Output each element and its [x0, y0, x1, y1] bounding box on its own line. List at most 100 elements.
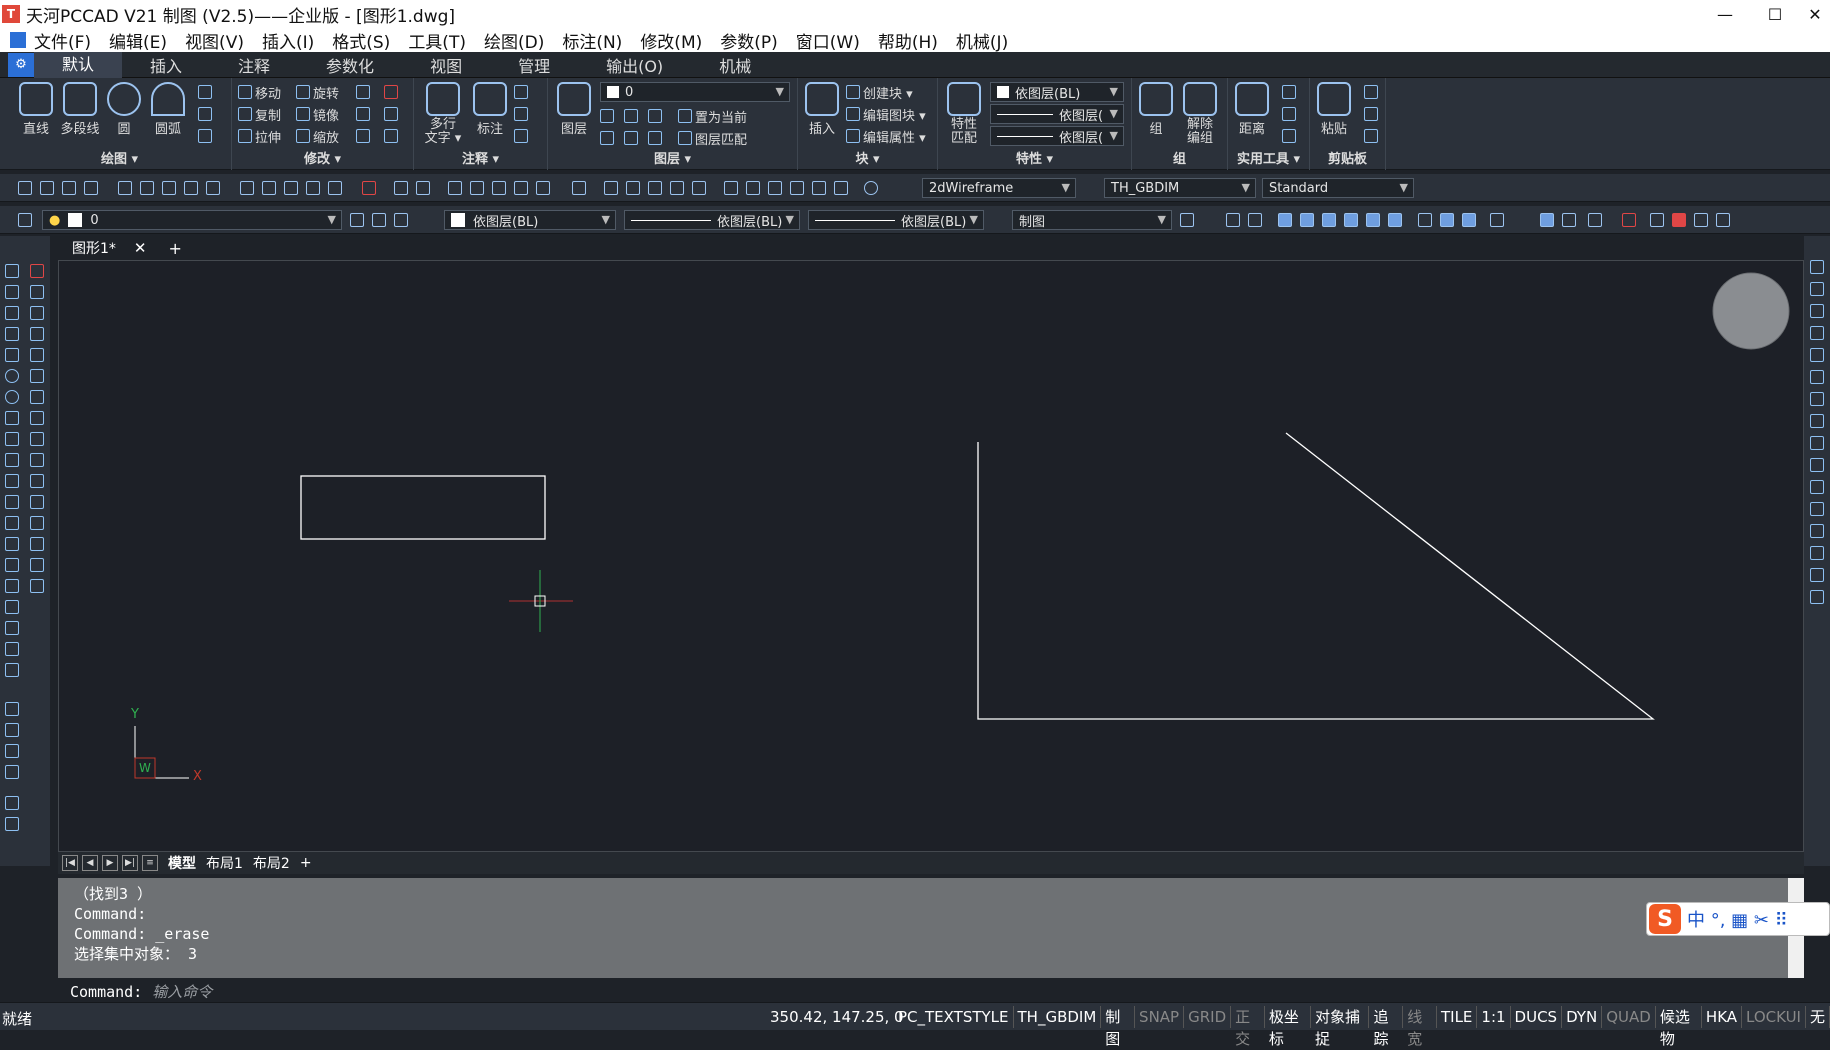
mtext-tool-icon[interactable] [5, 642, 19, 656]
mirror-button[interactable]: 镜像 [296, 104, 339, 124]
tab-view[interactable]: 视图 [402, 53, 490, 77]
scale-button[interactable]: 缩放 [296, 126, 339, 146]
plot-icon[interactable] [184, 181, 198, 195]
table-style-icon[interactable] [1180, 213, 1194, 227]
dim-diameter-icon[interactable] [1810, 392, 1824, 406]
status-lineweight[interactable]: 线宽 [1403, 1006, 1437, 1048]
save-icon[interactable] [62, 181, 76, 195]
fillet-tool-icon[interactable] [30, 558, 44, 572]
linetype-control-combo[interactable]: 依图层(BL) ▼ [624, 210, 800, 230]
tab-layout2[interactable]: 布局2 [253, 853, 290, 873]
trim-tool-icon[interactable] [30, 453, 44, 467]
join-tool-icon[interactable] [30, 516, 44, 530]
add-layout-icon[interactable]: + [300, 855, 312, 871]
polygon-tool-icon[interactable] [5, 327, 19, 341]
dim-update-icon[interactable] [1810, 568, 1824, 582]
copy-button[interactable]: 复制 [238, 104, 281, 124]
measure-distance-button[interactable]: 距离 [1232, 82, 1272, 137]
zoom-realtime-icon[interactable] [670, 181, 684, 195]
hand-pan-icon[interactable] [604, 181, 618, 195]
help-icon[interactable] [864, 181, 878, 195]
circle-tool-icon[interactable] [5, 390, 19, 404]
publish-icon[interactable] [162, 181, 176, 195]
tab-default[interactable]: 默认 [34, 51, 123, 78]
dim-ordinate-icon[interactable] [1810, 348, 1824, 362]
gradient-tool-icon[interactable] [5, 579, 19, 593]
linetype-combo[interactable]: 依图层(▼ [990, 104, 1124, 124]
status-grid[interactable]: GRID [1184, 1006, 1232, 1028]
3d-print-icon[interactable] [206, 181, 220, 195]
match-prop-icon[interactable] [306, 181, 320, 195]
edit-block-button[interactable]: 编辑图块 ▾ [846, 104, 926, 124]
match-properties-button[interactable]: 特性 匹配 [944, 82, 984, 146]
create-block-button[interactable]: 创建块 ▾ [846, 82, 913, 102]
zoom-out-icon[interactable] [648, 181, 662, 195]
group-button[interactable]: 组 [1136, 82, 1176, 137]
snap-insert-icon[interactable] [1462, 213, 1476, 227]
set-current-button[interactable]: 置为当前 [678, 106, 747, 126]
copy-clip-button[interactable] [1364, 104, 1381, 124]
dimension-button[interactable]: 标注 [470, 82, 510, 137]
paste-icon[interactable] [284, 181, 298, 195]
snap-node-icon[interactable] [1440, 213, 1454, 227]
drawn-polyline[interactable] [977, 432, 1655, 720]
dim-linear-icon[interactable] [1810, 282, 1824, 296]
view-top-icon[interactable] [5, 723, 19, 737]
status-osnap[interactable]: 对象捕捉 [1311, 1006, 1370, 1048]
rectangle-tool-icon[interactable] [5, 348, 19, 362]
break-tool-icon[interactable] [30, 495, 44, 509]
explode-button[interactable] [384, 104, 401, 124]
quick-select-button[interactable] [1282, 104, 1299, 124]
tab-annotate[interactable]: 注释 [210, 53, 298, 77]
arc-button[interactable]: 圆弧 [148, 82, 188, 137]
snap-perpendicular-icon[interactable] [1540, 213, 1554, 227]
ime-toolbar[interactable]: S 中 °, ▦ ✂ ⠿ [1646, 902, 1830, 936]
status-candidate[interactable]: 候选物 [1656, 1006, 1702, 1048]
undo-icon[interactable] [394, 181, 408, 195]
dim-baseline-icon[interactable] [1810, 458, 1824, 472]
minimize-button[interactable]: — [1700, 0, 1750, 28]
sheet-set-icon[interactable] [790, 181, 804, 195]
dimension-aligned-icon[interactable] [1248, 213, 1262, 227]
close-tab-icon[interactable]: ✕ [134, 239, 147, 257]
panel-toggle-icon[interactable] [1810, 260, 1824, 274]
rotate-tool-icon[interactable] [30, 390, 44, 404]
layer-freeze-button[interactable] [600, 106, 617, 126]
chamfer-tool-icon[interactable] [30, 537, 44, 551]
viewport-icon[interactable] [1716, 213, 1730, 227]
status-tile[interactable]: TILE [1437, 1006, 1478, 1028]
tab-insert[interactable]: 插入 [122, 53, 210, 77]
print-icon[interactable] [118, 181, 132, 195]
coordinate-readout[interactable]: 350.42, 147.25, 0 [770, 1008, 904, 1026]
menu-edit[interactable]: 编辑(E) [109, 28, 167, 53]
select-button[interactable] [1282, 82, 1299, 102]
paste-special-button[interactable] [1364, 126, 1381, 146]
dim-continue-icon[interactable] [1810, 480, 1824, 494]
status-dyn[interactable]: DYN [1562, 1006, 1603, 1028]
status-dimstyle[interactable]: TH_GBDIM [1014, 1006, 1102, 1028]
array-button[interactable] [356, 126, 373, 146]
drawn-rectangle[interactable] [300, 475, 546, 540]
menu-dimension[interactable]: 标注(N) [562, 28, 622, 53]
offset-button[interactable] [384, 126, 401, 146]
point-button[interactable] [1282, 126, 1299, 146]
status-none[interactable]: 无 [1806, 1006, 1830, 1028]
close-window-button[interactable]: ✕ [1790, 0, 1830, 28]
zoom-previous-icon[interactable] [492, 181, 506, 195]
text-abc-icon[interactable] [5, 796, 19, 810]
stretch-tool-icon[interactable] [30, 432, 44, 446]
tool-palettes-icon[interactable] [768, 181, 782, 195]
extend-tool-icon[interactable] [30, 474, 44, 488]
tab-parametric[interactable]: 参数化 [298, 53, 402, 77]
snap-center-icon[interactable] [1344, 213, 1358, 227]
view-iso-icon[interactable] [5, 765, 19, 779]
layer-state-combo[interactable]: ● 0 ▼ [42, 210, 342, 230]
zoom-in-icon[interactable] [626, 181, 640, 195]
properties-icon[interactable] [724, 181, 738, 195]
menu-insert[interactable]: 插入(I) [262, 28, 314, 53]
text-edit-icon[interactable] [5, 817, 19, 831]
last-layout-icon[interactable]: ▶| [122, 855, 138, 871]
tab-manage[interactable]: 管理 [490, 53, 578, 77]
markup-icon[interactable] [812, 181, 826, 195]
layer-off-button[interactable] [624, 106, 641, 126]
